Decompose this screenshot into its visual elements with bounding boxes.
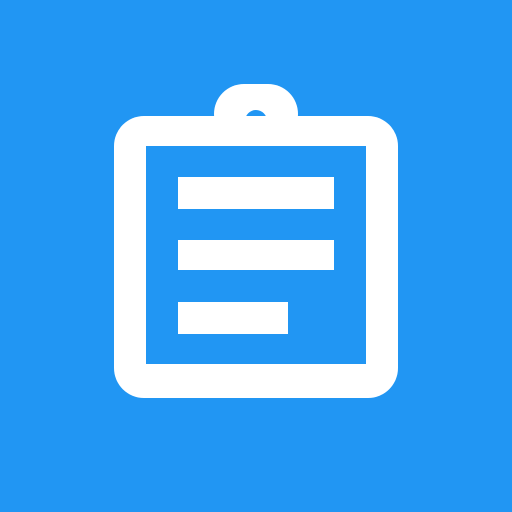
text-line xyxy=(178,177,334,209)
text-line xyxy=(178,240,334,270)
text-line xyxy=(178,302,288,334)
clipboard-icon xyxy=(0,0,512,512)
app-icon xyxy=(0,0,512,512)
